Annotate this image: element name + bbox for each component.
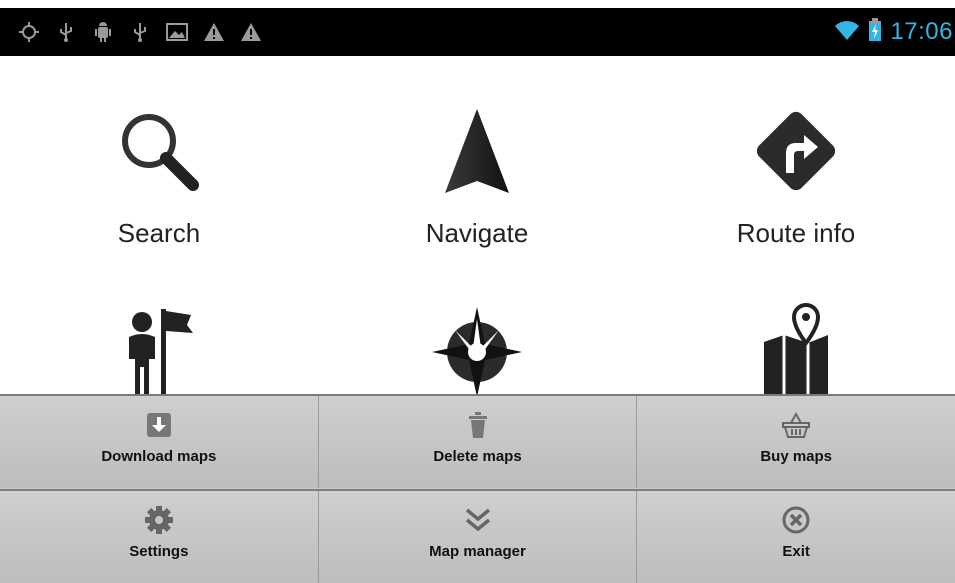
navigate-arrow-icon bbox=[422, 96, 532, 206]
basket-icon bbox=[780, 410, 812, 440]
exit-label: Exit bbox=[782, 543, 810, 560]
warning-icon bbox=[240, 21, 262, 43]
options-row-1: Download maps Delete maps Buy maps bbox=[0, 396, 955, 488]
usb-icon bbox=[55, 21, 77, 43]
chevrons-down-icon bbox=[462, 505, 494, 535]
delete-maps-button[interactable]: Delete maps bbox=[318, 396, 638, 488]
search-label: Search bbox=[117, 218, 201, 248]
buy-maps-label: Buy maps bbox=[760, 448, 833, 465]
buy-maps-button[interactable]: Buy maps bbox=[637, 396, 955, 488]
download-maps-button[interactable]: Download maps bbox=[0, 396, 319, 488]
wifi-icon bbox=[834, 19, 860, 46]
compass-tile[interactable] bbox=[318, 292, 636, 402]
usb-icon bbox=[129, 21, 151, 43]
status-bar: 17:06 bbox=[0, 8, 955, 56]
map-pin-icon bbox=[741, 292, 851, 402]
settings-button[interactable]: Settings bbox=[0, 491, 319, 583]
image-icon bbox=[166, 21, 188, 43]
download-maps-label: Download maps bbox=[101, 448, 217, 465]
search-tile[interactable]: Search bbox=[0, 96, 318, 249]
notification-icons bbox=[0, 21, 262, 43]
person-flag-icon bbox=[104, 292, 214, 402]
system-icons: 17:06 bbox=[834, 8, 955, 56]
warning-icon bbox=[203, 21, 225, 43]
android-debug-icon bbox=[92, 21, 114, 43]
trash-icon bbox=[462, 410, 494, 440]
route-info-tile[interactable]: Route info bbox=[637, 96, 955, 249]
search-icon bbox=[104, 96, 214, 206]
top-strip bbox=[0, 0, 955, 8]
map-manager-label: Map manager bbox=[429, 543, 526, 560]
my-places-tile[interactable] bbox=[0, 292, 318, 402]
delete-maps-label: Delete maps bbox=[433, 448, 522, 465]
navigate-tile[interactable]: Navigate bbox=[318, 96, 636, 249]
exit-button[interactable]: Exit bbox=[637, 491, 955, 583]
map-manager-button[interactable]: Map manager bbox=[318, 491, 638, 583]
main-menu-grid: Search Navigate Route info bbox=[0, 56, 955, 397]
settings-label: Settings bbox=[129, 543, 189, 560]
navigate-label: Navigate bbox=[425, 218, 529, 248]
route-info-label: Route info bbox=[736, 218, 856, 248]
compass-icon bbox=[422, 292, 532, 402]
download-icon bbox=[143, 410, 175, 440]
options-menu: Download maps Delete maps Buy maps Setti… bbox=[0, 394, 955, 583]
gps-icon bbox=[18, 21, 40, 43]
gear-icon bbox=[143, 505, 175, 535]
map-tile[interactable] bbox=[637, 292, 955, 402]
route-info-icon bbox=[741, 96, 851, 206]
clock: 17:06 bbox=[890, 18, 953, 45]
battery-charging-icon bbox=[868, 17, 882, 47]
close-circle-icon bbox=[780, 505, 812, 535]
options-row-2: Settings Map manager Exit bbox=[0, 489, 955, 583]
